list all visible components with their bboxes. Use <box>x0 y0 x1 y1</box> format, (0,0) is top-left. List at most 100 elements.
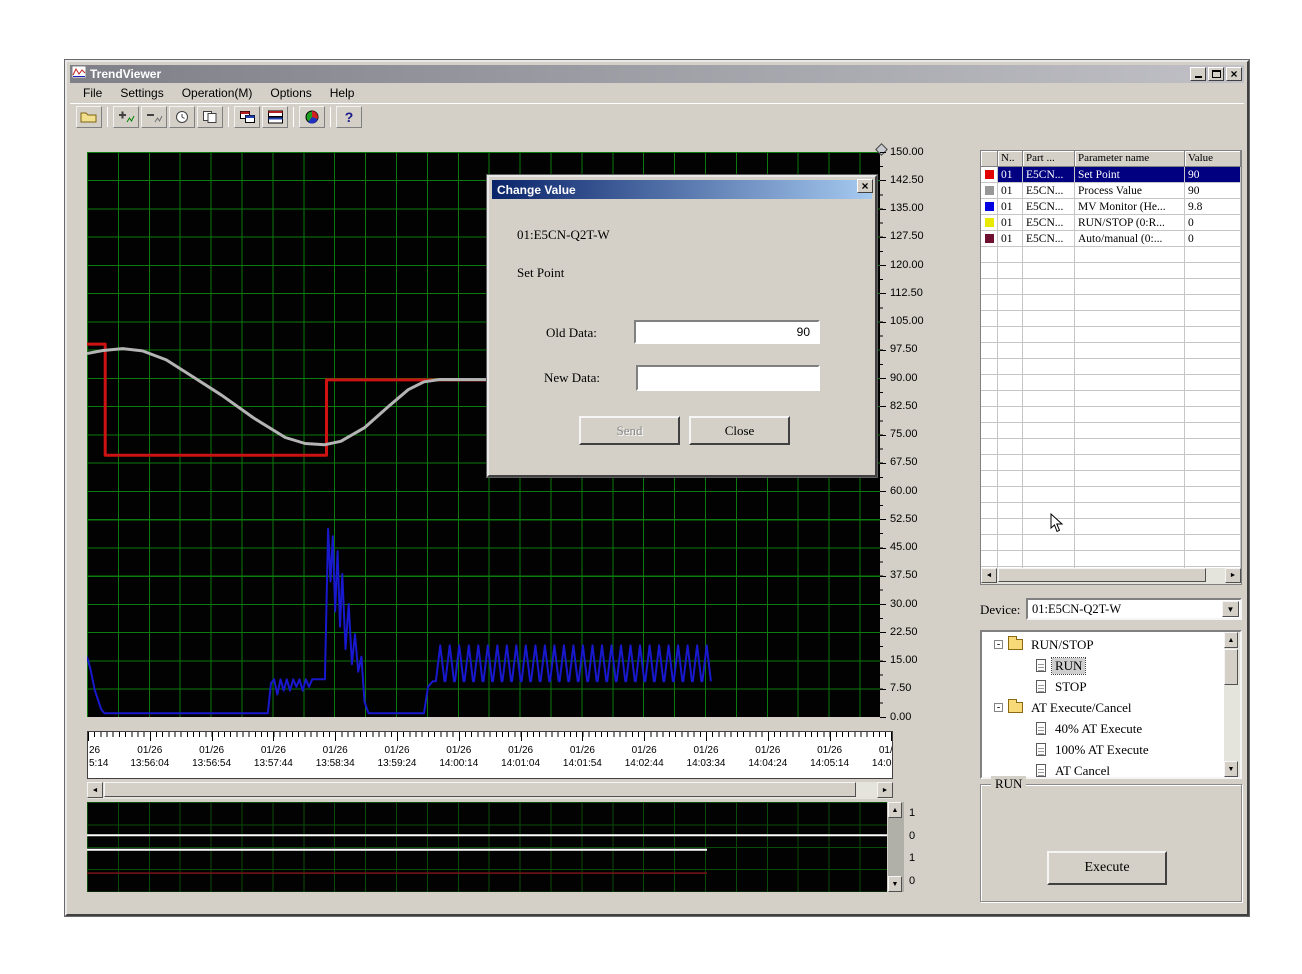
table-row[interactable]: 01E5CN...RUN/STOP (0:R...0 <box>981 215 1241 231</box>
menu-settings[interactable]: Settings <box>111 85 172 101</box>
table-row <box>981 327 1241 343</box>
folder-icon <box>1008 702 1023 713</box>
x-tickmark <box>150 732 151 741</box>
y-tickmark <box>880 322 886 323</box>
tree-folder-item[interactable]: -AT Execute/Cancel <box>982 697 1240 718</box>
y-tickmark <box>880 689 886 690</box>
device-combobox[interactable]: 01:E5CN-Q2T-W ▼ <box>1026 598 1242 620</box>
x-tick-label: 01/2614:03:34 <box>679 744 733 770</box>
dialog-title: Change Value <box>497 183 576 197</box>
table-scrollbar[interactable]: ◄ ► <box>981 568 1241 584</box>
scroll-up-button[interactable]: ▲ <box>888 802 902 818</box>
scroll-down-button[interactable]: ▼ <box>1224 761 1238 777</box>
tree-item-label: RUN <box>1052 658 1085 674</box>
table-row[interactable]: 01E5CN...Process Value90 <box>981 183 1241 199</box>
close-button[interactable]: × <box>1226 67 1242 81</box>
cascade-view-button[interactable] <box>234 106 260 128</box>
remove-trace-button[interactable] <box>141 106 167 128</box>
table-row <box>981 263 1241 279</box>
y-tick-label: 60.00 <box>890 485 918 498</box>
mouse-cursor <box>1050 513 1064 533</box>
tree-leaf-item[interactable]: STOP <box>982 676 1240 697</box>
table-row[interactable]: 01E5CN...MV Monitor (He...9.8 <box>981 199 1241 215</box>
menu-help[interactable]: Help <box>321 85 364 101</box>
table-row <box>981 519 1241 535</box>
restore-button[interactable] <box>1208 67 1224 81</box>
x-tickmark <box>212 732 213 741</box>
y-tickmark <box>880 548 886 549</box>
scroll-up-button[interactable]: ▲ <box>1224 632 1238 648</box>
y-tickmark <box>880 491 886 492</box>
dialog-close-button[interactable]: × <box>857 179 873 193</box>
tree-leaf-item[interactable]: RUN <box>982 655 1240 676</box>
table-header-cell[interactable]: Value <box>1185 151 1241 167</box>
tree-leaf-item[interactable]: 100% AT Execute <box>982 739 1240 760</box>
toolbar-separator <box>107 107 108 127</box>
toolbar-separator <box>330 107 331 127</box>
time-scrollbar[interactable]: ◄ ► <box>87 782 893 799</box>
scroll-left-button[interactable]: ◄ <box>87 782 103 798</box>
digital-plot <box>87 802 887 892</box>
table-row <box>981 423 1241 439</box>
x-tick-label: 01/2613:58:34 <box>308 744 362 770</box>
scroll-left-button[interactable]: ◄ <box>981 568 997 583</box>
y-tick-label: 97.50 <box>890 343 918 356</box>
y-tick-label: 7.50 <box>890 682 911 695</box>
tree-folder-item[interactable]: -RUN/STOP <box>982 634 1240 655</box>
minimize-button[interactable] <box>1190 67 1206 81</box>
document-icon <box>1036 743 1046 756</box>
y-tick-label: 22.50 <box>890 626 918 639</box>
dropdown-icon[interactable]: ▼ <box>1222 601 1239 617</box>
app-icon <box>72 65 86 83</box>
help-button[interactable]: ? <box>336 106 362 128</box>
scroll-down-button[interactable]: ▼ <box>888 876 902 892</box>
collapse-icon[interactable]: - <box>994 640 1003 649</box>
tree-leaf-item[interactable]: 40% AT Execute <box>982 718 1240 739</box>
y-tick-label: 37.50 <box>890 569 918 582</box>
scroll-right-button[interactable]: ► <box>1225 568 1241 583</box>
x-tickmark <box>644 732 645 741</box>
time-scrollbar-thumb[interactable] <box>104 782 856 797</box>
y-tickmark <box>880 661 886 662</box>
y-tick-label: 0.00 <box>890 711 911 724</box>
time-setup-button[interactable] <box>169 106 195 128</box>
menu-options[interactable]: Options <box>261 85 320 101</box>
table-header-cell[interactable]: N.. <box>998 151 1023 167</box>
y-tickmark <box>880 152 886 153</box>
y-tick-label: 82.50 <box>890 400 918 413</box>
digital-scrollbar[interactable]: ▲ ▼ <box>888 802 904 892</box>
copy-button[interactable] <box>197 106 223 128</box>
digital-axis-labels: 1010 <box>909 802 933 892</box>
table-header-cell[interactable]: Part ... <box>1023 151 1075 167</box>
menu-file[interactable]: File <box>74 85 111 101</box>
new-data-input[interactable] <box>636 365 820 391</box>
table-scrollbar-thumb[interactable] <box>998 568 1206 582</box>
dialog-close-action-button[interactable]: Close <box>689 416 790 445</box>
x-tickmark <box>88 732 89 741</box>
x-tickmark <box>582 732 583 741</box>
collapse-icon[interactable]: - <box>994 703 1003 712</box>
scroll-right-button[interactable]: ► <box>877 782 893 798</box>
tree-scrollbar-thumb[interactable] <box>1224 649 1238 685</box>
digital-chart-area <box>87 802 887 892</box>
table-row[interactable]: 01E5CN...Auto/manual (0:...0 <box>981 231 1241 247</box>
y-tick-label: 75.00 <box>890 428 918 441</box>
open-file-button[interactable] <box>76 106 102 128</box>
execute-button[interactable]: Execute <box>1047 851 1167 885</box>
trace-mv-monitor--heating- <box>87 529 711 714</box>
send-button[interactable]: Send <box>579 416 680 445</box>
menu-operationm[interactable]: Operation(M) <box>173 85 262 101</box>
y-tickmark <box>880 237 886 238</box>
dialog-parameter-name: Set Point <box>517 265 564 281</box>
tree-scrollbar[interactable]: ▲ ▼ <box>1224 632 1240 777</box>
add-trace-button[interactable] <box>113 106 139 128</box>
pie-view-button[interactable] <box>299 106 325 128</box>
table-row <box>981 439 1241 455</box>
tile-view-button[interactable] <box>262 106 288 128</box>
x-tick-label: 01/2614:02:44 <box>617 744 671 770</box>
document-icon <box>1036 722 1046 735</box>
table-row[interactable]: 01E5CN...Set Point90 <box>981 167 1241 183</box>
y-tickmark <box>880 632 886 633</box>
x-tick-label: 265:14 <box>89 744 123 770</box>
table-header-cell[interactable]: Parameter name <box>1075 151 1185 167</box>
